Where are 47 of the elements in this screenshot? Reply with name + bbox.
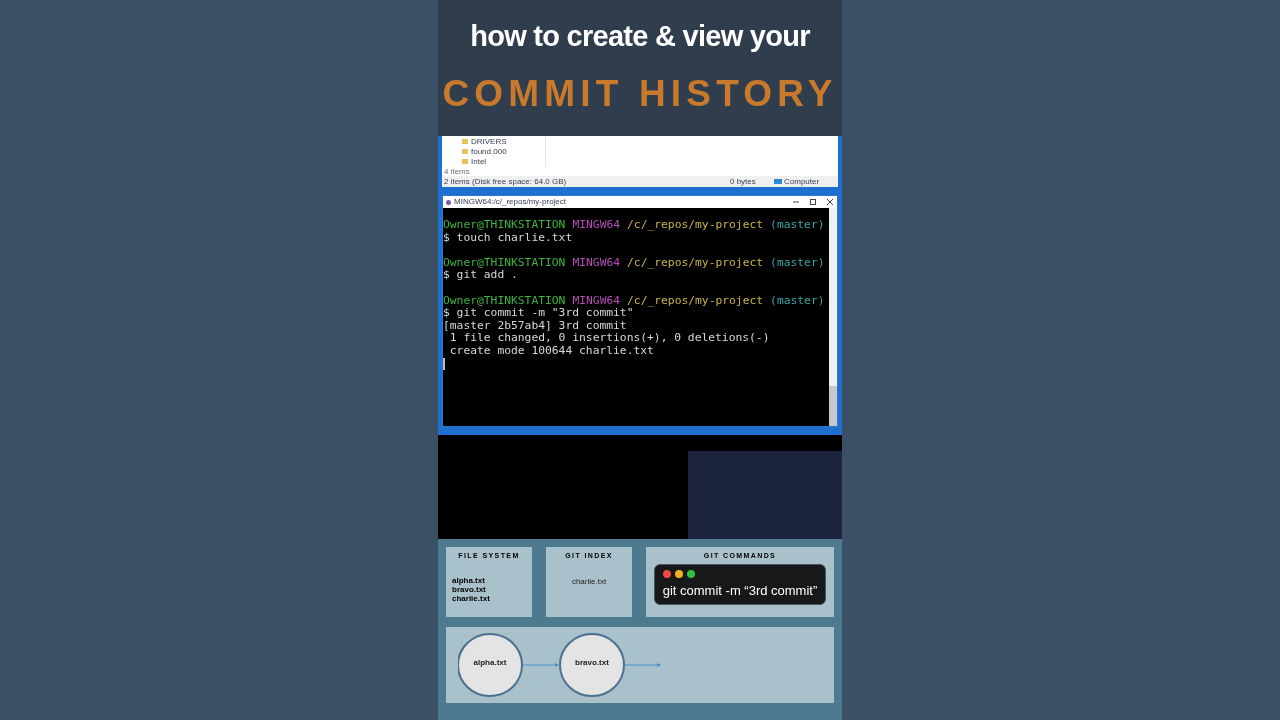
status-text: 0 bytes — [730, 175, 757, 188]
prompt-user: Owner@THINKSTATION — [443, 256, 566, 270]
prompt-path: /c/_repos/my-project — [627, 256, 764, 270]
maximize-icon[interactable] — [809, 198, 817, 206]
prompt-user: Owner@THINKSTATION — [443, 219, 566, 232]
commit-label: bravo.txt — [575, 658, 609, 667]
prompt-user: Owner@THINKSTATION — [443, 294, 566, 308]
prompt-branch: (master) — [770, 256, 825, 270]
scrollbar[interactable] — [829, 208, 837, 426]
text-cursor — [443, 357, 445, 370]
commit-node — [559, 633, 625, 697]
title-text: how to create & view your — [470, 18, 810, 54]
status-text: Computer — [784, 175, 821, 188]
minimize-icon[interactable] — [792, 198, 800, 206]
computer-icon — [774, 179, 782, 184]
prompt-branch: (master) — [770, 294, 825, 308]
folder-name: found.000 — [471, 146, 507, 156]
status-text: 2 items (Disk free space: 64.0 GB) — [444, 175, 568, 188]
command-text: git commit -m “3rd commit” — [662, 581, 818, 600]
arrow — [522, 663, 559, 667]
file-name: charlie.txt — [452, 593, 491, 603]
prompt-branch: (master) — [770, 219, 825, 232]
terminal-icon — [446, 199, 451, 205]
close-icon[interactable] — [826, 198, 834, 206]
item-count: 4 items — [443, 167, 471, 176]
file-name: charlie.txt — [571, 575, 607, 588]
folder-name: Intel — [471, 156, 487, 166]
file-name: alpha.txt — [452, 575, 485, 585]
output-line: 1 file changed, 0 insertions(+), 0 deletions(-) — [448, 332, 771, 345]
commit-label: alpha.txt — [473, 658, 507, 667]
file-name: bravo.txt — [452, 584, 487, 594]
window-title: MINGW64:/c/_repos/my-project — [454, 196, 568, 208]
prompt-shell: MINGW64 — [572, 294, 621, 308]
command-line: $ git commit -m "3rd commit" — [443, 307, 634, 320]
commit-node — [458, 633, 523, 697]
command-line: $ touch charlie.txt — [443, 231, 574, 245]
folder-name: DRIVERS — [471, 136, 507, 146]
prompt-path: /c/_repos/my-project — [627, 219, 764, 232]
subtitle-text: COMMIT HISTORY — [442, 72, 838, 116]
output-line: create mode 100644 charlie.txt — [448, 344, 655, 358]
prompt-shell: MINGW64 — [572, 219, 621, 232]
output-line: [master 2b57ab4] 3rd commit — [443, 319, 628, 333]
window-controls-icon — [662, 568, 697, 579]
prompt-path: /c/_repos/my-project — [627, 294, 764, 308]
command-line: $ git add . — [443, 269, 519, 282]
prompt-shell: MINGW64 — [572, 256, 621, 270]
arrow — [624, 663, 661, 667]
